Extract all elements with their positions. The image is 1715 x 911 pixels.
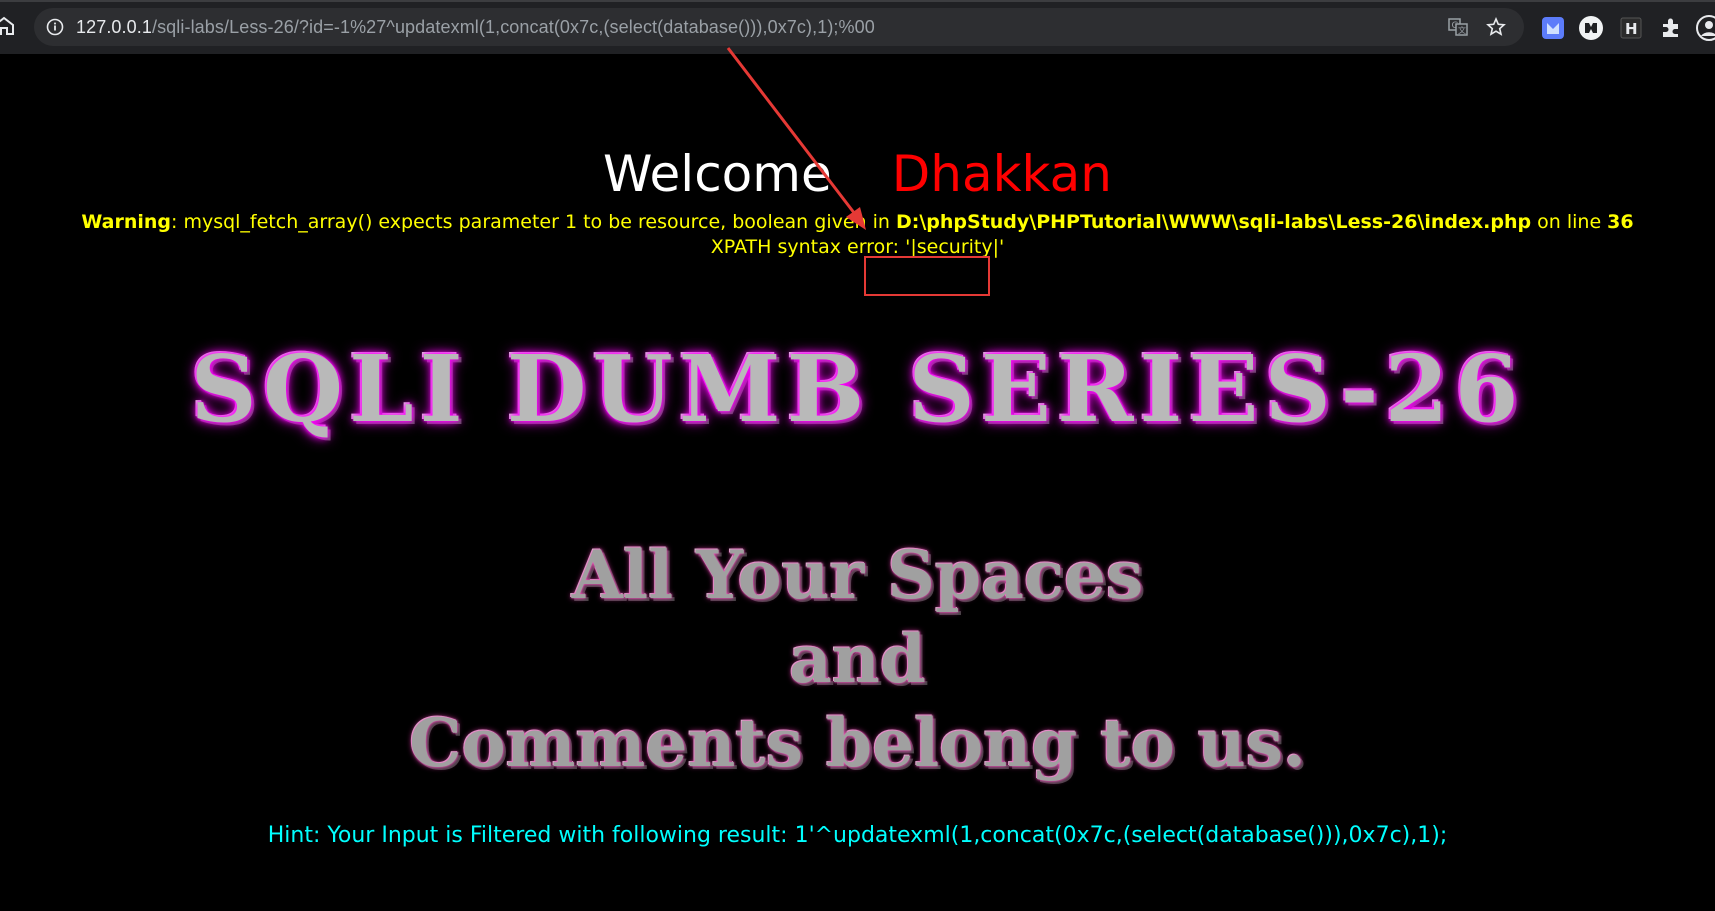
warning-line-number: 36 xyxy=(1607,211,1634,233)
banner-title: SQLI DUMB SERIES-26 xyxy=(190,335,1525,443)
welcome-heading: Welcome Dhakkan xyxy=(0,144,1715,204)
warning-label: Warning xyxy=(81,211,171,233)
xpath-error-prefix: XPATH syntax error: xyxy=(710,236,906,258)
slogan-line-1: All Your Spaces xyxy=(571,536,1144,614)
translate-icon[interactable]: G文 xyxy=(1448,17,1468,37)
info-icon[interactable] xyxy=(46,18,64,36)
url-host: 127.0.0.1 xyxy=(76,17,152,37)
slogan-line-2: and xyxy=(789,620,926,698)
welcome-text: Welcome xyxy=(603,145,832,203)
svg-text:文: 文 xyxy=(1458,25,1466,35)
home-icon[interactable] xyxy=(0,14,16,38)
warning-on-line: on line xyxy=(1531,211,1608,233)
warning-path: D:\phpStudy\PHPTutorial\WWW\sqli-labs\Le… xyxy=(895,211,1532,233)
extension-1-icon[interactable] xyxy=(1540,15,1566,41)
profile-icon[interactable] xyxy=(1696,15,1715,41)
xpath-error-value: '|security|' xyxy=(905,236,1005,258)
svg-text:H: H xyxy=(1625,20,1638,38)
address-bar[interactable]: 127.0.0.1/sqli-labs/Less-26/?id=-1%27^up… xyxy=(34,8,1524,46)
php-warning: Warning: mysql_fetch_array() expects par… xyxy=(0,210,1715,260)
extension-h-icon[interactable]: H xyxy=(1618,15,1644,41)
welcome-name: Dhakkan xyxy=(891,145,1112,203)
filter-hint: Hint: Your Input is Filtered with follow… xyxy=(267,823,1448,848)
url-text[interactable]: 127.0.0.1/sqli-labs/Less-26/?id=-1%27^up… xyxy=(76,17,875,38)
url-path: /sqli-labs/Less-26/?id=-1%27^updatexml(1… xyxy=(151,17,875,37)
warning-message: : mysql_fetch_array() expects parameter … xyxy=(171,211,896,233)
browser-toolbar: 127.0.0.1/sqli-labs/Less-26/?id=-1%27^up… xyxy=(0,0,1715,54)
slogan-line-3: Comments belong to us. xyxy=(409,704,1306,782)
extensions-puzzle-icon[interactable] xyxy=(1658,15,1684,41)
xpath-error: XPATH syntax error: '|security|' xyxy=(0,235,1715,260)
bookmark-star-icon[interactable] xyxy=(1486,16,1506,37)
extension-2-icon[interactable] xyxy=(1578,15,1604,41)
annotation-highlight-box xyxy=(864,256,990,296)
page-content: Welcome Dhakkan Warning: mysql_fetch_arra… xyxy=(0,52,1715,911)
